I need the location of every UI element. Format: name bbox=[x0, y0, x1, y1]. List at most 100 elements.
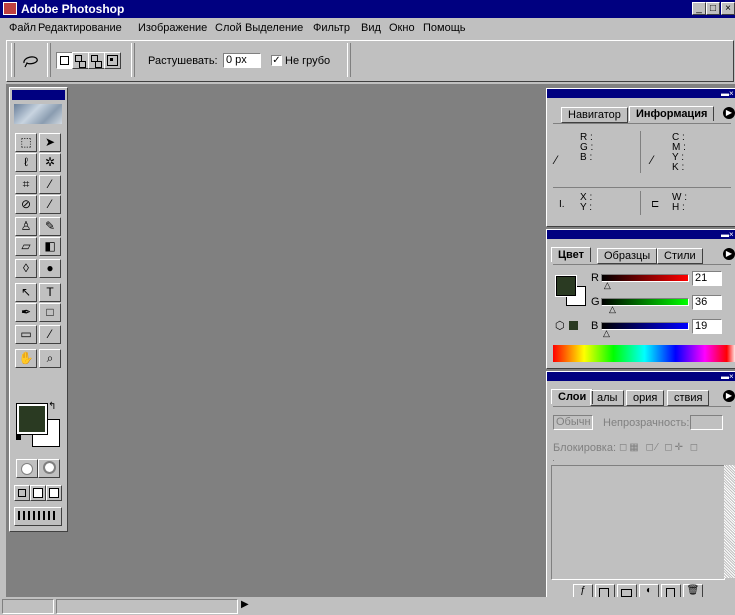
lasso-tool-preset-icon[interactable] bbox=[21, 53, 41, 69]
hand-icon[interactable]: ✋ bbox=[15, 349, 37, 368]
size-icon: ⊏ bbox=[651, 199, 660, 210]
shape-icon[interactable]: □ bbox=[39, 303, 61, 322]
menu-window[interactable]: Окно bbox=[389, 22, 415, 34]
eraser-icon[interactable]: ▱ bbox=[15, 237, 37, 256]
color-palette: ▬× Цвет Образцы Стили ▶ ⬡ R △ 21 G △ 36 B △ 19 bbox=[546, 229, 735, 369]
palette-menu-icon[interactable]: ▶ bbox=[723, 107, 735, 119]
brush-icon[interactable]: ⁄ bbox=[39, 195, 61, 214]
options-divider bbox=[347, 43, 351, 77]
feather-input[interactable]: 0 px bbox=[223, 53, 261, 68]
menu-file[interactable]: Файл bbox=[9, 22, 36, 34]
channel-b-input[interactable]: 19 bbox=[692, 319, 722, 334]
crop-icon[interactable]: ⌗ bbox=[15, 175, 37, 194]
layers-scrollbar[interactable] bbox=[724, 465, 735, 578]
channel-r-slider[interactable] bbox=[601, 274, 689, 282]
close-button[interactable]: × bbox=[721, 2, 735, 15]
lasso-icon[interactable]: ℓ bbox=[15, 153, 37, 172]
type-icon[interactable]: T bbox=[39, 283, 61, 302]
screen-mode-full-icon[interactable] bbox=[46, 485, 62, 501]
tab-channels[interactable]: алы bbox=[590, 390, 625, 406]
pen-icon[interactable]: ✒ bbox=[15, 303, 37, 322]
standard-mode-icon[interactable] bbox=[16, 459, 38, 478]
eyedropper-icon[interactable]: ⁄ bbox=[39, 325, 61, 344]
palette-close-icon[interactable]: ▬× bbox=[721, 372, 734, 381]
menu-help[interactable]: Помощь bbox=[423, 22, 466, 34]
zoom-icon[interactable]: ⌕ bbox=[39, 349, 61, 368]
zoom-field[interactable] bbox=[2, 599, 54, 614]
screen-mode-standard-icon[interactable] bbox=[14, 485, 30, 501]
layers-list[interactable] bbox=[551, 465, 725, 580]
info-palette-title-bar[interactable] bbox=[547, 89, 735, 98]
window-title: Adobe Photoshop bbox=[21, 2, 125, 16]
tab-history[interactable]: ория bbox=[626, 390, 665, 406]
toolbox-title-bar[interactable] bbox=[12, 90, 65, 100]
info-b-label: B : bbox=[580, 152, 593, 163]
marquee-icon[interactable]: ⬚ bbox=[15, 133, 37, 152]
quick-mask-icon[interactable] bbox=[38, 459, 60, 478]
adobe-online-icon[interactable] bbox=[14, 104, 62, 124]
tab-color[interactable]: Цвет bbox=[551, 247, 592, 262]
web-safe-swatch[interactable] bbox=[569, 321, 578, 330]
antialias-label: Не грубо bbox=[285, 55, 331, 67]
menu-layer[interactable]: Слой bbox=[215, 22, 242, 34]
history-brush-icon[interactable]: ✎ bbox=[39, 217, 61, 236]
subtract-selection-icon[interactable] bbox=[88, 52, 105, 69]
clone-stamp-icon[interactable]: ♙ bbox=[15, 217, 37, 236]
add-selection-icon[interactable] bbox=[72, 52, 89, 69]
magic-wand-icon[interactable]: ✲ bbox=[39, 153, 61, 172]
notes-icon[interactable]: ▭ bbox=[15, 325, 37, 344]
blur-icon[interactable]: ◊ bbox=[15, 259, 37, 278]
menu-select[interactable]: Выделение bbox=[245, 22, 303, 34]
screen-mode-menu-icon[interactable] bbox=[30, 485, 46, 501]
channel-r-slider-thumb[interactable]: △ bbox=[604, 281, 611, 290]
antialias-checkbox[interactable]: ✓ bbox=[271, 55, 282, 66]
tab-actions[interactable]: ствия bbox=[667, 390, 710, 406]
move-icon[interactable]: ➤ bbox=[39, 133, 61, 152]
status-arrow-icon[interactable]: ▶ bbox=[241, 599, 249, 610]
intersect-selection-icon[interactable] bbox=[104, 52, 121, 69]
lock-icons[interactable]: ◻▦ ◻⁄ ◻✛ ◻ bbox=[619, 442, 735, 454]
selection-mode-group bbox=[56, 52, 122, 69]
palette-menu-icon[interactable]: ▶ bbox=[723, 248, 735, 260]
swap-colors-icon[interactable]: ↰ bbox=[48, 401, 56, 412]
options-bar: Растушевать: 0 px ✓ Не грубо bbox=[6, 40, 734, 82]
new-selection-icon[interactable] bbox=[56, 52, 73, 69]
gradient-icon[interactable]: ◧ bbox=[39, 237, 61, 256]
palette-close-icon[interactable]: ▬× bbox=[721, 89, 734, 98]
opacity-input[interactable] bbox=[690, 415, 723, 430]
slice-icon[interactable]: ⁄ bbox=[39, 175, 61, 194]
tab-info[interactable]: Информация bbox=[629, 106, 715, 121]
opacity-label: Непрозрачность: bbox=[603, 417, 690, 429]
channel-g-input[interactable]: 36 bbox=[692, 295, 722, 310]
minimize-button[interactable]: _ bbox=[692, 2, 706, 15]
channel-b-slider-thumb[interactable]: △ bbox=[603, 329, 610, 338]
tab-navigator[interactable]: Навигатор bbox=[561, 107, 628, 123]
channel-b-slider[interactable] bbox=[601, 322, 689, 330]
healing-brush-icon[interactable]: ⊘ bbox=[15, 195, 37, 214]
color-palette-title-bar[interactable] bbox=[547, 230, 735, 239]
options-grip[interactable] bbox=[11, 43, 15, 77]
path-select-icon[interactable]: ↖ bbox=[15, 283, 37, 302]
tab-layers[interactable]: Слои bbox=[551, 389, 594, 404]
color-ramp[interactable] bbox=[553, 345, 735, 362]
jump-to-imageready-icon[interactable] bbox=[14, 507, 62, 526]
maximize-button[interactable]: □ bbox=[706, 2, 720, 15]
menu-image[interactable]: Изображение bbox=[138, 22, 207, 34]
info-y-coord-label: Y : bbox=[580, 202, 593, 213]
channel-g-slider-thumb[interactable]: △ bbox=[609, 305, 616, 314]
palette-close-icon[interactable]: ▬× bbox=[721, 230, 734, 239]
menu-filter[interactable]: Фильтр bbox=[313, 22, 350, 34]
menu-view[interactable]: Вид bbox=[361, 22, 381, 34]
tab-styles[interactable]: Стили bbox=[657, 248, 703, 264]
menu-edit[interactable]: Редактирование bbox=[38, 22, 122, 34]
palette-menu-icon[interactable]: ▶ bbox=[723, 390, 735, 402]
tab-swatches[interactable]: Образцы bbox=[597, 248, 658, 264]
channel-r-input[interactable]: 21 bbox=[692, 271, 722, 286]
color-foreground-swatch[interactable] bbox=[555, 275, 577, 297]
feather-label: Растушевать: bbox=[148, 55, 218, 67]
default-colors-icon[interactable] bbox=[16, 435, 24, 443]
blend-mode-select[interactable]: Обычн bbox=[553, 415, 593, 430]
dodge-icon[interactable]: ● bbox=[39, 259, 61, 278]
gamut-warning-icon: ⬡ bbox=[555, 320, 565, 332]
layers-palette-title-bar[interactable] bbox=[547, 372, 735, 381]
